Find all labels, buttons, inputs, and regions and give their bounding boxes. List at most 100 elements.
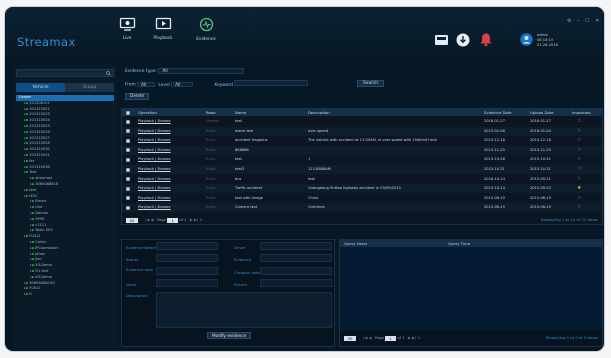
row-checkbox[interactable] [126,138,130,143]
col-query-users[interactable]: Query Users [344,240,367,247]
expand-toggle-icon[interactable]: ▸▪ [24,281,28,285]
expand-toggle-icon[interactable]: ▸▪ [30,211,34,215]
operation-links[interactable]: Playback | Browse [138,175,171,184]
sidebar-search-input[interactable] [16,69,114,77]
operation-links[interactable]: Playback | Browse [138,127,171,136]
query-first-page-icon[interactable]: |◀ ◀ [363,335,371,340]
expand-toggle-icon[interactable]: ▸▪ [30,240,34,244]
expand-toggle-icon[interactable]: ▸▪ [30,228,34,232]
expand-toggle-icon[interactable]: ▸▪ [30,257,34,261]
expand-toggle-icon[interactable]: ▸▪ [24,101,28,105]
operation-links[interactable]: Playback | Browse [138,184,171,193]
expand-toggle-icon[interactable]: ▸▪ [30,269,34,273]
row-checkbox[interactable] [126,205,130,210]
search-button[interactable]: Search [357,80,385,87]
next-page-icon[interactable]: ▶ ▶| ↻ [190,217,203,222]
row-checkbox[interactable] [126,129,130,134]
table-row[interactable]: Playback | Browse Read alarm test over spee… [122,126,602,136]
row-checkbox[interactable] [126,119,130,124]
important-star-icon[interactable]: ☆ [577,175,581,184]
expand-toggle-icon[interactable]: ▸▪ [30,199,34,203]
expand-toggle-icon[interactable]: ▸▪ [24,130,28,134]
expand-toggle-icon[interactable]: ▸▪ [24,107,28,111]
expand-toggle-icon[interactable]: ▸▪ [30,223,34,227]
evidence-date-field[interactable] [156,267,218,275]
expand-toggle-icon[interactable]: ▸▪ [30,217,34,221]
expand-toggle-icon[interactable]: ▸▪ [24,292,28,296]
row-checkbox[interactable] [126,186,130,191]
evidence-name-field[interactable] [156,242,218,250]
status-field[interactable] [156,254,218,262]
expand-toggle-icon[interactable]: ▸▪ [24,118,28,122]
evidence-type-select[interactable]: All [158,68,245,74]
expand-toggle-icon[interactable]: ▸▪ [30,252,34,256]
page-input[interactable]: 1 [167,217,179,223]
col-important[interactable]: Important [572,109,591,116]
table-row[interactable]: Playback | Browse Read 888888 2015-11-25 201… [122,145,602,155]
level-select[interactable]: All [171,81,194,88]
first-page-icon[interactable]: |◀ ◀ [145,217,153,222]
storage-icon[interactable] [434,34,449,46]
page-size-select[interactable]: 20 [126,217,138,223]
row-checkbox[interactable] [126,148,130,153]
table-row[interactable]: Playback | Browse Read test with image Chin… [122,194,602,203]
important-star-icon[interactable]: ☆ [577,117,581,126]
keyword-input[interactable] [234,80,309,86]
alarm-bell-icon[interactable] [479,32,493,47]
window-controls[interactable]: ⚙ – ☐ ✕ [567,18,601,24]
operation-links[interactable]: Playback | Browse [138,155,171,164]
row-checkbox[interactable] [126,157,130,162]
operation-links[interactable]: Playback | Browse [138,117,171,126]
download-icon[interactable] [456,33,470,47]
expand-toggle-icon[interactable]: ▸▪ [24,170,28,174]
nav-evidence[interactable]: Evidence [182,17,230,42]
col-read[interactable]: Read [206,109,216,116]
table-row[interactable]: Playback | Browse Read Accident Happens The… [122,136,602,145]
tab-group[interactable]: Group [65,83,114,92]
expand-toggle-icon[interactable]: ▸▪ [24,286,28,290]
important-star-icon[interactable]: ☆ [577,136,581,145]
row-checkbox[interactable] [126,196,130,201]
avatar[interactable] [520,33,533,46]
select-all-checkbox[interactable] [126,110,130,115]
col-query-time[interactable]: Query Time [448,240,470,247]
operation-links[interactable]: Playback | Browse [138,136,171,145]
expand-toggle-icon[interactable]: ▸▪ [30,176,34,180]
col-operation[interactable]: Operation [138,109,157,116]
col-name[interactable]: Name [235,109,246,116]
expand-toggle-icon[interactable]: ▸▪ [24,147,28,151]
expand-toggle-icon[interactable]: ▸▪ [24,153,28,157]
expand-toggle-icon[interactable]: ▸▪ [30,246,34,250]
table-row[interactable]: Playback | Browse Read test 1 2015-10-28 2015… [122,155,602,164]
important-star-icon[interactable]: ★ [577,184,581,193]
expand-toggle-icon[interactable]: ▸▪ [30,275,34,279]
table-row[interactable]: Playback | Browse Read Camera test Overtime… [122,203,602,213]
col-evidence-date[interactable]: Evidence Date [484,109,512,116]
expand-toggle-icon[interactable]: ▸▪ [24,124,28,128]
query-page-size-select[interactable]: 20 [344,335,356,341]
expand-toggle-icon[interactable]: ▸▪ [30,182,34,186]
col-description[interactable]: Description [308,109,330,116]
table-row[interactable]: Playback | Browse Unread test 2016-01-27 201… [122,117,602,126]
expand-toggle-icon[interactable]: ▸▪ [24,136,28,140]
important-star-icon[interactable]: ☆ [577,165,581,174]
expand-toggle-icon[interactable]: ▸▪ [24,188,28,192]
nav-playback[interactable]: Playback [139,17,187,41]
expand-toggle-icon[interactable]: ▸▪ [24,141,28,145]
table-row[interactable]: Playback | Browse Read test3 123-8888AM 2015… [122,165,602,174]
tab-vehicle[interactable]: Vehicle [16,83,65,92]
important-star-icon[interactable]: ☆ [577,127,581,136]
tree-node[interactable]: ▸▪R [16,292,114,298]
expand-toggle-icon[interactable]: ▸▪ [24,112,28,116]
operation-links[interactable]: Playback | Browse [138,165,171,174]
delete-button[interactable]: Delete [125,93,150,100]
row-checkbox[interactable] [126,167,130,172]
operation-links[interactable]: Playback | Browse [138,146,171,155]
description-field[interactable] [156,292,332,328]
query-page-input[interactable]: 1 [385,335,397,341]
important-star-icon[interactable]: ☆ [577,194,581,203]
from-select[interactable]: All [137,81,156,88]
expand-toggle-icon[interactable]: ▸▪ [30,263,34,267]
row-checkbox[interactable] [126,177,130,182]
important-star-icon[interactable]: ☆ [577,203,581,212]
